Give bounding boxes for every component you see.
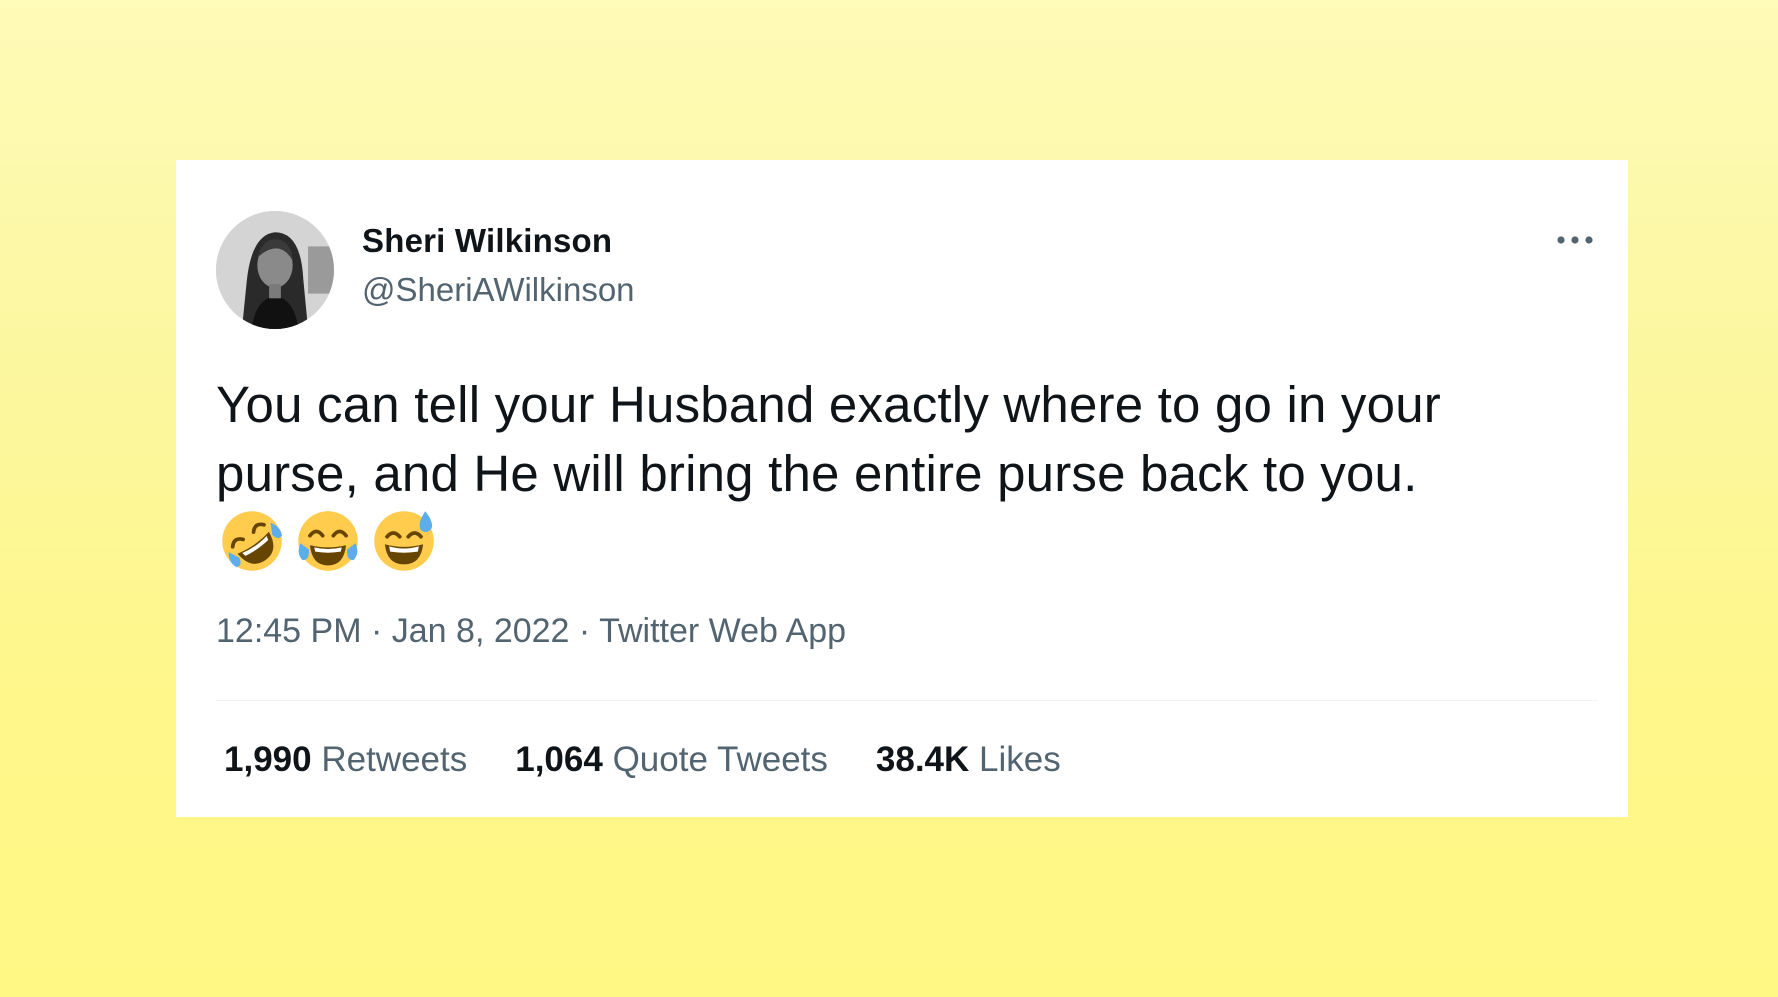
retweets-label: Retweets (321, 740, 468, 779)
tweet-source[interactable]: Twitter Web App (599, 612, 846, 650)
retweets-stat[interactable]: 1,990 Retweets (224, 740, 467, 780)
tweet-stats: 1,990 Retweets 1,064 Quote Tweets 38.4K … (224, 740, 1061, 780)
emoji-row (218, 507, 438, 575)
more-options-button[interactable] (1552, 224, 1598, 256)
retweets-count: 1,990 (224, 740, 312, 779)
quote-tweets-stat[interactable]: 1,064 Quote Tweets (515, 740, 828, 780)
avatar[interactable] (216, 211, 334, 329)
divider (216, 700, 1598, 701)
likes-count: 38.4K (875, 740, 970, 779)
quote-tweets-count: 1,064 (515, 740, 603, 779)
tweet-date[interactable]: Jan 8, 2022 (392, 612, 570, 650)
quote-tweets-label: Quote Tweets (612, 740, 828, 779)
author-name[interactable]: Sheri Wilkinson (362, 222, 612, 260)
tweet-card: Sheri Wilkinson @SheriAWilkinson You can… (176, 160, 1628, 817)
tweet-time[interactable]: 12:45 PM (216, 612, 362, 650)
likes-stat[interactable]: 38.4K Likes (876, 740, 1061, 780)
more-dots-icon (1557, 236, 1593, 244)
likes-label: Likes (979, 740, 1061, 779)
author-handle[interactable]: @SheriAWilkinson (362, 271, 635, 309)
meta-separator: · (370, 612, 383, 650)
tweet-metadata: 12:45 PM · Jan 8, 2022 · Twitter Web App (216, 612, 846, 651)
meta-separator: · (578, 612, 591, 650)
rolling-on-floor-laughing-emoji-icon (222, 511, 282, 571)
avatar-photo-icon (216, 211, 334, 329)
tweet-text: You can tell your Husband exactly where … (216, 376, 1441, 502)
face-with-tears-of-joy-emoji-icon (298, 511, 358, 571)
grinning-face-with-sweat-emoji-icon (374, 511, 434, 571)
